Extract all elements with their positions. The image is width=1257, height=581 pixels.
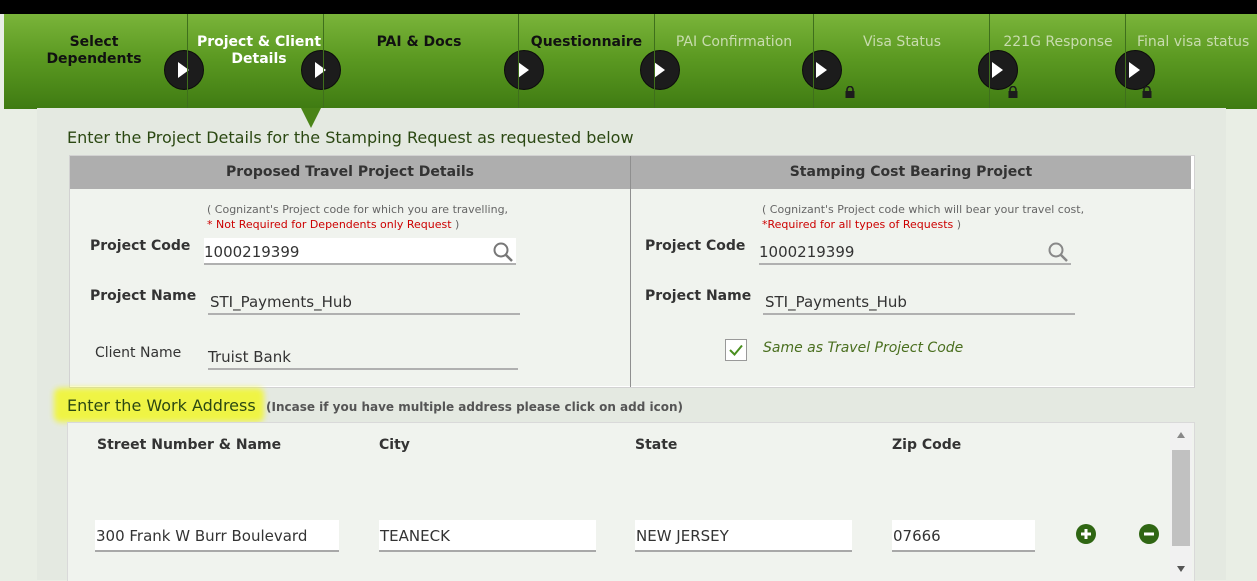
step-divider <box>518 14 519 109</box>
city-input[interactable]: TEANECK <box>379 520 596 552</box>
work-address-table: Street Number & Name City State Zip Code… <box>67 422 1195 581</box>
work-address-heading: Enter the Work Address <box>67 396 256 415</box>
scroll-up-arrow-icon[interactable] <box>1176 431 1186 439</box>
step-divider <box>1125 14 1126 109</box>
active-step-pointer <box>301 108 321 128</box>
step-select-dependents[interactable]: Select Dependents <box>44 34 144 70</box>
cost-hint-close: ) <box>953 218 962 231</box>
step-5-next-button[interactable] <box>802 50 842 90</box>
lock-icon <box>845 86 855 98</box>
cost-hint-text: ( Cognizant's Project code which will be… <box>762 203 1085 216</box>
client-name-label: Client Name <box>95 345 182 361</box>
progress-stepper: Select Dependents Project & Client Detai… <box>4 14 1257 109</box>
step-divider <box>654 14 655 109</box>
travel-project-code-value: 1000219399 <box>204 243 300 261</box>
zip-header: Zip Code <box>892 437 962 453</box>
step-divider <box>813 14 814 109</box>
scroll-down-arrow-icon[interactable] <box>1176 565 1186 573</box>
cost-project-code-input[interactable]: 1000219399 <box>759 238 1071 265</box>
column-divider <box>630 156 631 387</box>
search-icon[interactable] <box>1047 241 1069 263</box>
lock-icon <box>1142 86 1152 98</box>
step-questionnaire[interactable]: Questionnaire <box>529 34 644 70</box>
scrollbar-thumb[interactable] <box>1172 450 1190 546</box>
step-divider <box>187 14 188 109</box>
city-header: City <box>379 437 410 453</box>
cost-project-name-field[interactable]: STI_Payments_Hub <box>763 288 1075 315</box>
travel-project-name-field[interactable]: STI_Payments_Hub <box>208 288 520 315</box>
work-address-note: (Incase if you have multiple address ple… <box>266 400 683 414</box>
step-visa-status[interactable]: Visa Status <box>842 34 962 70</box>
cost-project-code-value: 1000219399 <box>759 243 855 261</box>
plus-circle-icon <box>1081 529 1091 539</box>
lock-icon <box>1008 86 1018 98</box>
zip-input[interactable]: 07666 <box>892 520 1035 552</box>
cost-project-hint: ( Cognizant's Project code which will be… <box>762 202 1084 232</box>
top-bar <box>0 0 1257 14</box>
step-divider <box>323 14 324 109</box>
travel-project-name-label: Project Name <box>90 288 197 304</box>
step-final-visa-status[interactable]: Final visa status <box>1137 34 1257 70</box>
street-header: Street Number & Name <box>97 437 282 453</box>
step-221g-response[interactable]: 221G Response <box>1002 34 1114 70</box>
chevron-right-icon <box>315 62 326 78</box>
travel-project-code-label: Project Code <box>90 238 191 254</box>
remove-address-button[interactable] <box>1139 524 1159 544</box>
minus-circle-icon <box>1144 532 1154 536</box>
step-pai-confirmation[interactable]: PAI Confirmation <box>669 34 799 70</box>
step-pai-docs[interactable]: PAI & Docs <box>344 34 494 70</box>
cost-project-code-label: Project Code <box>645 238 746 254</box>
cost-project-header: Stamping Cost Bearing Project <box>631 156 1191 189</box>
project-details-heading: Enter the Project Details for the Stampi… <box>67 128 634 147</box>
state-input[interactable]: NEW JERSEY <box>635 520 852 552</box>
cost-required-note: *Required for all types of Requests <box>762 218 954 231</box>
travel-hint-text: ( Cognizant's Project code for which you… <box>207 203 509 216</box>
travel-project-code-input[interactable]: 1000219399 <box>204 238 516 265</box>
travel-hint-close: ) <box>451 218 460 231</box>
travel-project-hint: ( Cognizant's Project code for which you… <box>207 202 508 232</box>
add-address-button[interactable] <box>1076 524 1096 544</box>
step-divider <box>989 14 990 109</box>
client-name-field[interactable]: Truist Bank <box>208 343 518 370</box>
chevron-right-icon <box>178 62 189 78</box>
travel-required-note: * Not Required for Dependents only Reque… <box>207 218 452 231</box>
search-icon[interactable] <box>492 241 514 263</box>
same-as-travel-label[interactable]: Same as Travel Project Code <box>763 340 963 356</box>
cost-project-name-label: Project Name <box>645 288 752 304</box>
chevron-right-icon <box>816 62 827 78</box>
step-2-next-button[interactable] <box>301 50 341 90</box>
travel-project-header: Proposed Travel Project Details <box>70 156 630 189</box>
project-details-table: Proposed Travel Project Details Stamping… <box>69 155 1195 388</box>
same-as-travel-checkbox[interactable] <box>725 339 747 361</box>
street-input[interactable]: 300 Frank W Burr Boulevard <box>95 520 339 552</box>
check-icon <box>729 344 743 356</box>
state-header: State <box>635 437 678 453</box>
